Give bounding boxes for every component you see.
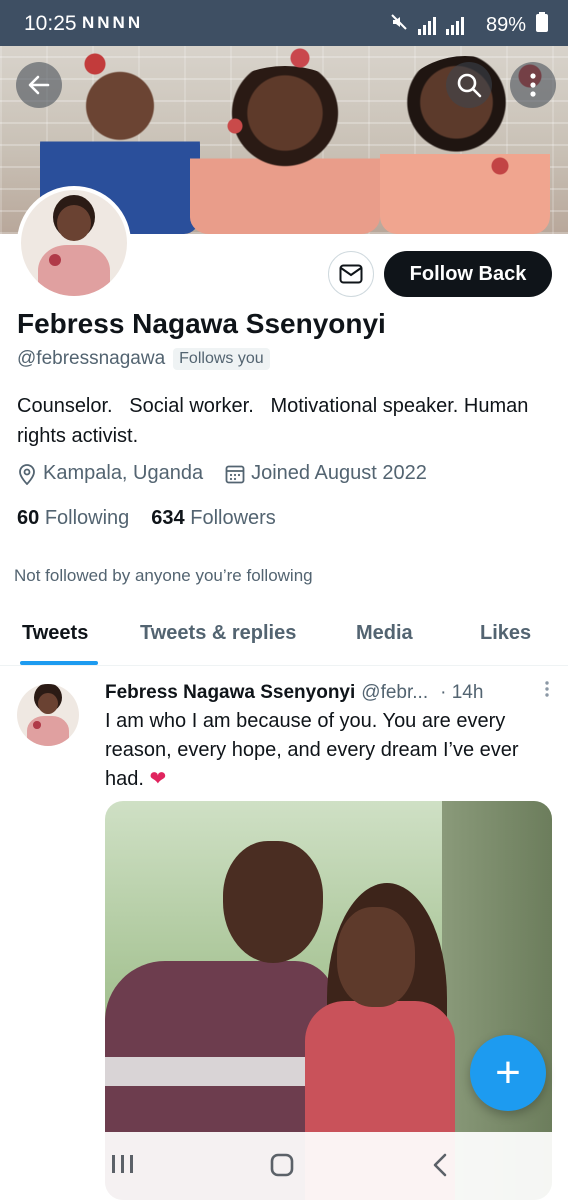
mute-icon	[390, 13, 408, 37]
active-tab-indicator	[20, 661, 98, 665]
handle-row: @febressnagawa Follows you	[17, 348, 270, 370]
follow-counts: 60 Following 634 Followers	[17, 507, 276, 530]
profile-location: Kampala, Uganda	[43, 462, 204, 484]
tab-tweets-replies[interactable]: Tweets & replies	[140, 622, 296, 645]
signal-icon	[417, 15, 476, 36]
profile-meta: Kampala, Uganda Joined August 2022	[17, 462, 427, 485]
tweet-author-handle: @febr...	[361, 682, 429, 703]
calendar-icon	[225, 464, 245, 484]
follow-back-button[interactable]: Follow Back	[384, 251, 552, 297]
avatar-image	[21, 190, 127, 296]
recent-apps-icon[interactable]	[110, 1152, 136, 1181]
battery-icon	[536, 12, 548, 38]
followers-link[interactable]: 634 Followers	[151, 507, 276, 530]
profile-name: Febress Nagawa Ssenyonyi	[17, 308, 386, 339]
not-followed-note: Not followed by anyone you’re following	[14, 566, 313, 585]
search-button[interactable]	[446, 62, 492, 108]
status-bar: 10:25 NNNN 89%	[0, 0, 568, 46]
tweet-text: I am who I am because of you. You are ev…	[105, 707, 550, 794]
status-time: 10:25	[24, 12, 77, 35]
tab-likes[interactable]: Likes	[480, 622, 531, 645]
status-right: 89%	[390, 12, 548, 38]
photo-man-head	[223, 841, 323, 963]
profile-joined: Joined August 2022	[251, 462, 427, 484]
following-link[interactable]: 60 Following	[17, 507, 129, 530]
back-nav-icon[interactable]	[430, 1152, 450, 1183]
tweet-avatar-image	[17, 684, 79, 746]
home-nav-icon[interactable]	[269, 1152, 295, 1183]
back-button[interactable]	[16, 62, 62, 108]
heart-emoji-icon: ❤	[149, 768, 167, 790]
android-nav-bar	[0, 1132, 568, 1200]
tweet-author-name[interactable]: Febress Nagawa Ssenyonyi	[105, 682, 355, 704]
following-count: 60	[17, 507, 40, 529]
tweet-more-button[interactable]	[544, 680, 550, 703]
compose-tweet-button[interactable]: +	[470, 1035, 546, 1111]
message-button[interactable]	[328, 251, 374, 297]
followers-label: Followers	[190, 507, 276, 529]
notification-icons: NNNN	[82, 13, 144, 32]
following-label: Following	[44, 507, 130, 529]
back-arrow-icon	[28, 75, 50, 95]
tab-media[interactable]: Media	[356, 622, 413, 645]
profile-avatar[interactable]	[17, 186, 131, 300]
profile-handle: @febressnagawa	[17, 348, 166, 369]
location-pin-icon	[17, 463, 37, 485]
more-options-button[interactable]	[510, 62, 556, 108]
tweet-header: Febress Nagawa Ssenyonyi @febr... · 14h	[105, 680, 550, 704]
tweet-avatar[interactable]	[17, 684, 79, 746]
search-icon	[457, 73, 482, 98]
more-vertical-icon	[530, 73, 536, 97]
tweet-body: I am who I am because of you. You are ev…	[105, 710, 519, 790]
profile-bio: Counselor. Social worker. Motivational s…	[17, 395, 534, 447]
followers-count: 634	[151, 507, 185, 529]
tweet-timestamp: · 14h	[440, 682, 484, 703]
profile-tabs: Tweets Tweets & replies Media Likes	[0, 604, 568, 666]
follows-you-badge: Follows you	[173, 348, 270, 370]
more-vertical-icon	[545, 681, 549, 697]
battery-level: 89%	[485, 13, 526, 36]
envelope-icon	[339, 264, 363, 284]
tab-tweets[interactable]: Tweets	[22, 622, 88, 645]
photo-woman-face	[337, 907, 415, 1007]
